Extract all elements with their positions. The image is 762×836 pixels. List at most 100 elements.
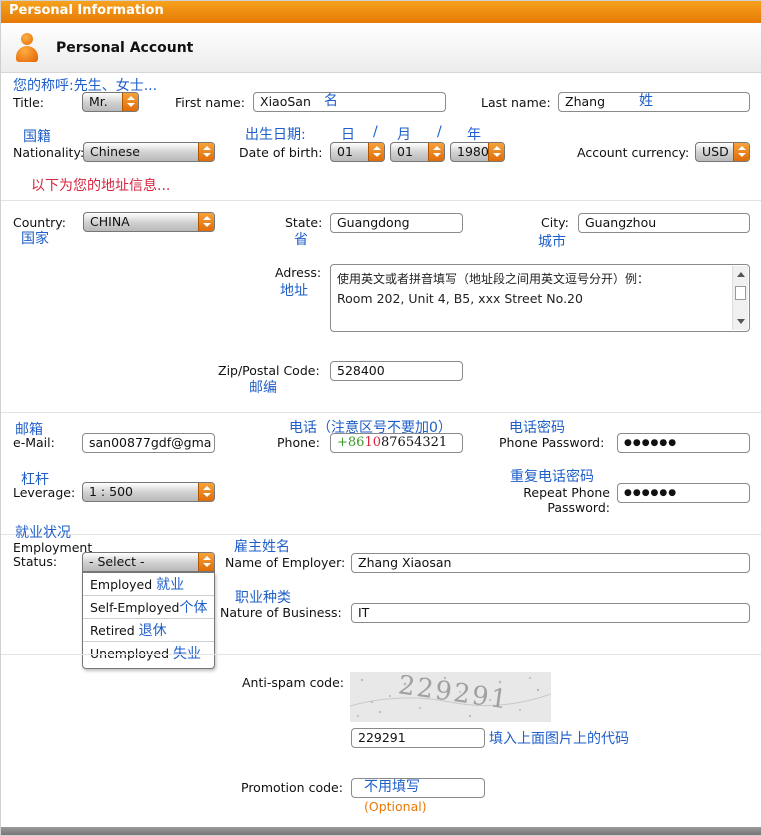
dob-year-annotation: 年 (467, 127, 481, 143)
chevron-updown-icon (428, 143, 444, 161)
dob-month-annotation: 月 (397, 127, 411, 143)
zip-value: 528400 (337, 363, 385, 378)
person-icon (15, 33, 39, 63)
country-select[interactable]: CHINA (83, 212, 215, 232)
city-label: City: (541, 215, 569, 230)
first-name-value: XiaoSan (260, 94, 311, 109)
business-label: Nature of Business: (220, 605, 342, 620)
captcha-image: 229291 (350, 672, 551, 722)
nationality-select[interactable]: Chinese (83, 142, 215, 162)
currency-label: Account currency: (577, 145, 690, 160)
chevron-updown-icon (733, 143, 749, 161)
repeat-password-label: Repeat Phone Password: (521, 485, 610, 515)
divider (1, 200, 761, 201)
captcha-input[interactable]: 229291 (351, 728, 485, 748)
phone-password-input[interactable]: ●●●●●● (617, 433, 750, 453)
chevron-updown-icon (122, 93, 138, 111)
employment-option-self-employed[interactable]: Self-Employed个体 (83, 596, 214, 619)
zip-label: Zip/Postal Code: (218, 363, 320, 378)
first-name-label: First name: (175, 95, 245, 110)
option-annotation: 就业 (156, 577, 185, 593)
zip-input[interactable]: 528400 (330, 361, 463, 381)
option-label: Employed (90, 577, 153, 592)
last-name-label: Last name: (481, 95, 551, 110)
employer-label: Name of Employer: (225, 555, 346, 570)
scroll-down-icon[interactable] (737, 319, 745, 324)
employment-annotation: 就业状况 (15, 525, 71, 541)
address-label: Adress: (275, 265, 322, 280)
nationality-annotation: 国籍 (23, 129, 51, 145)
captcha-value: 229291 (358, 730, 406, 745)
promo-input[interactable]: 不用填写 (351, 778, 485, 798)
repeat-password-annotation: 重复电话密码 (510, 469, 594, 485)
currency-select-value: USD (702, 144, 729, 159)
employment-option-employed[interactable]: Employed 就业 (83, 573, 214, 596)
currency-select[interactable]: USD (695, 142, 750, 162)
account-header: Personal Account (1, 23, 761, 73)
dob-month-value: 01 (397, 144, 413, 159)
state-input[interactable]: Guangdong (330, 213, 463, 233)
last-name-value: Zhang (565, 94, 606, 109)
phone-input[interactable]: +861087654321 (330, 433, 463, 453)
chevron-updown-icon (198, 213, 214, 231)
phone-number: 87654321 (381, 435, 448, 450)
phone-password-annotation: 电话密码 (509, 420, 565, 436)
section-title-bar: Personal Information (1, 1, 761, 23)
divider (1, 412, 761, 413)
phone-prefix-plus: + (337, 435, 348, 450)
employment-option-retired[interactable]: Retired 退休 (83, 619, 214, 642)
leverage-select[interactable]: 1 : 500 (82, 482, 215, 502)
chevron-updown-icon (198, 553, 214, 571)
chevron-updown-icon (368, 143, 384, 161)
employment-label-line2: Status: (13, 554, 58, 569)
chevron-updown-icon (198, 143, 214, 161)
employer-input[interactable]: Zhang Xiaosan (351, 553, 750, 573)
captcha-annotation: 填入上面图片上的代码 (489, 731, 629, 747)
employer-value: Zhang Xiaosan (358, 555, 452, 570)
option-annotation: 个体 (179, 600, 208, 616)
state-value: Guangdong (337, 215, 410, 230)
phone-password-label: Phone Password: (499, 435, 605, 450)
city-input[interactable]: Guangzhou (578, 213, 750, 233)
first-name-annotation: 名 (324, 93, 338, 109)
country-annotation: 国家 (21, 231, 49, 247)
address-scrollbar[interactable] (732, 266, 748, 330)
business-input[interactable]: IT (351, 603, 750, 623)
employment-select-value: - Select - (89, 554, 145, 569)
dob-annotation: 出生日期: (245, 127, 306, 143)
repeat-password-label-line2: Password: (547, 500, 610, 515)
employment-label-line1: Employment (13, 540, 93, 555)
title-select[interactable]: Mr. (82, 92, 139, 112)
repeat-password-label-line1: Repeat Phone (523, 485, 610, 500)
phone-area-code: 10 (364, 435, 381, 450)
option-label: Self-Employed (90, 600, 180, 615)
dob-month-select[interactable]: 01 (390, 142, 445, 162)
leverage-select-value: 1 : 500 (89, 484, 133, 499)
option-annotation: 退休 (138, 623, 167, 639)
page-title: Personal Account (56, 40, 194, 56)
address-textarea[interactable]: 使用英文或者拼音填写（地址段之间用英文逗号分开）例： Room 202, Uni… (330, 264, 750, 332)
address-annotation: 地址 (280, 283, 308, 299)
email-input[interactable]: san00877gdf@gma (82, 433, 215, 453)
employment-status-select[interactable]: - Select - (82, 552, 215, 572)
zip-annotation: 邮编 (249, 380, 277, 396)
nationality-select-value: Chinese (90, 144, 140, 159)
first-name-input[interactable]: XiaoSan 名 (253, 92, 446, 112)
promo-optional-note: (Optional) (364, 799, 427, 814)
repeat-password-input[interactable]: ●●●●●● (617, 483, 750, 503)
divider (1, 534, 761, 535)
address-value: Room 202, Unit 4, B5, xxx Street No.20 (337, 291, 583, 306)
dob-day-select[interactable]: 01 (330, 142, 385, 162)
employer-annotation: 雇主姓名 (234, 539, 290, 555)
scroll-up-icon[interactable] (737, 272, 745, 277)
promo-label: Promotion code: (241, 780, 343, 795)
antispam-label: Anti-spam code: (242, 675, 344, 690)
dob-year-select[interactable]: 1980 (450, 142, 505, 162)
employment-label: Employment Status: (13, 541, 92, 569)
last-name-input[interactable]: Zhang 姓 (558, 92, 750, 112)
chevron-updown-icon (488, 143, 504, 161)
email-value: san00877gdf@gma (89, 435, 212, 450)
promo-annotation: 不用填写 (364, 779, 420, 795)
phone-password-value: ●●●●●● (624, 438, 678, 448)
scroll-thumb[interactable] (735, 286, 746, 300)
